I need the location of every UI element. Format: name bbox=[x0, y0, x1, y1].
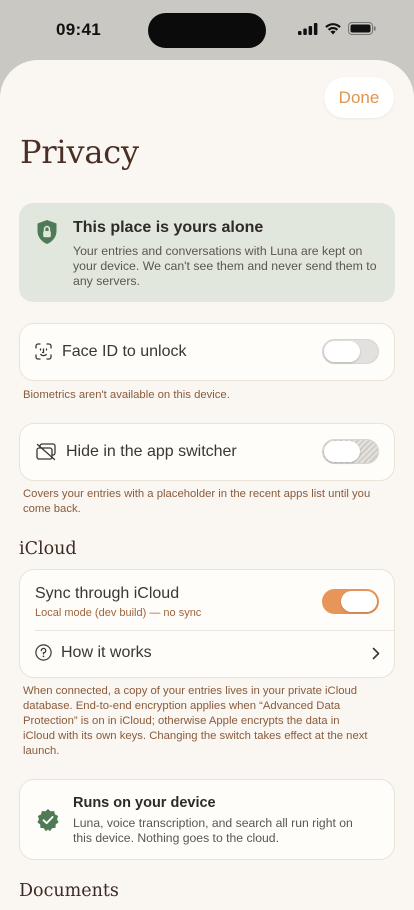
face-id-toggle[interactable] bbox=[322, 339, 379, 364]
wifi-icon bbox=[325, 23, 341, 35]
done-button[interactable]: Done bbox=[324, 77, 394, 118]
face-id-note: Biometrics aren't available on this devi… bbox=[23, 389, 230, 401]
privacy-banner: This place is yours alone Your entries a… bbox=[19, 203, 395, 302]
page-title: Privacy bbox=[20, 133, 139, 171]
question-circle-icon bbox=[35, 644, 52, 661]
on-device-body: Luna, voice transcription, and search al… bbox=[73, 816, 353, 845]
hidden-window-icon bbox=[36, 443, 56, 461]
icloud-note: When connected, a copy of your entries l… bbox=[23, 685, 368, 757]
toggle-knob bbox=[324, 341, 360, 362]
cellular-signal-icon bbox=[298, 22, 318, 35]
chevron-right-icon bbox=[372, 647, 380, 660]
app-switcher-note: Covers your entries with a placeholder i… bbox=[23, 488, 371, 515]
face-id-icon bbox=[35, 343, 52, 360]
how-it-works-label: How it works bbox=[61, 644, 152, 661]
dynamic-island bbox=[148, 13, 266, 48]
sync-icloud-toggle[interactable] bbox=[322, 589, 379, 614]
toggle-knob bbox=[324, 441, 360, 462]
sync-status: Local mode (dev build) — no sync bbox=[35, 607, 202, 619]
face-id-row[interactable]: Face ID to unlock bbox=[19, 323, 395, 381]
face-id-label: Face ID to unlock bbox=[62, 343, 187, 360]
icloud-card: Sync through iCloud Local mode (dev buil… bbox=[19, 569, 395, 678]
app-switcher-row[interactable]: Hide in the app switcher bbox=[19, 423, 395, 481]
status-time: 09:41 bbox=[56, 20, 101, 39]
status-bar: 09:41 bbox=[0, 0, 414, 60]
how-it-works-row[interactable]: How it works bbox=[20, 631, 394, 676]
lock-shield-icon bbox=[37, 220, 57, 244]
privacy-sheet: Done Privacy This place is yours alone Y… bbox=[0, 60, 414, 910]
system-icons bbox=[298, 22, 376, 35]
banner-title: This place is yours alone bbox=[73, 219, 264, 236]
on-device-title: Runs on your device bbox=[73, 795, 216, 811]
banner-body: Your entries and conversations with Luna… bbox=[73, 244, 377, 288]
app-switcher-toggle[interactable] bbox=[322, 439, 379, 464]
section-title-icloud: iCloud bbox=[19, 539, 77, 559]
toggle-knob bbox=[341, 591, 377, 612]
sync-label: Sync through iCloud bbox=[35, 585, 180, 602]
verified-badge-icon bbox=[37, 809, 59, 832]
section-title-documents: Documents bbox=[19, 881, 119, 901]
app-switcher-label: Hide in the app switcher bbox=[66, 443, 237, 460]
on-device-card: Runs on your device Luna, voice transcri… bbox=[19, 779, 395, 860]
battery-icon bbox=[348, 22, 376, 35]
